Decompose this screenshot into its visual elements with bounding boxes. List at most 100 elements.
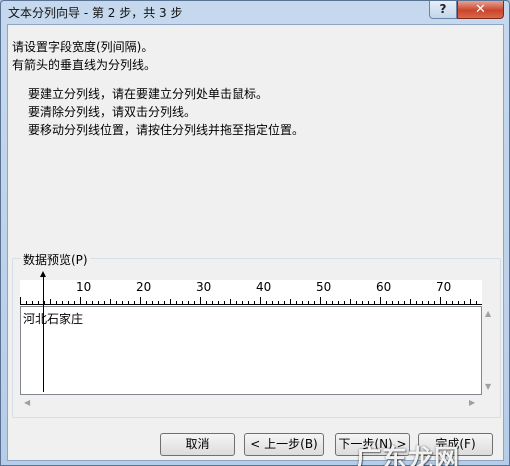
ruler-tick [296,301,297,304]
ruler-tick [200,297,201,304]
ruler-tick [458,301,459,304]
ruler-tick [74,301,75,304]
ruler-tick [146,301,147,304]
ruler-label: 40 [256,280,272,294]
ruler-tick [416,301,417,304]
ruler-tick [110,299,111,304]
ruler-tick [230,299,231,304]
ruler-tick [446,301,447,304]
ruler-tick [134,301,135,304]
ruler-tick [152,301,153,304]
ruler-tick [62,301,63,304]
ruler-tick [80,297,81,304]
ruler-tick [182,301,183,304]
ruler-tick [128,301,129,304]
ruler-tick [194,301,195,304]
ruler-tick [86,301,87,304]
ruler-tick [188,301,189,304]
watermark-logo: 广东龙网 [356,444,461,466]
scrollbar-corner [482,395,495,411]
ruler-tick [20,297,21,304]
ruler-tick [392,301,393,304]
ruler-tick [320,297,321,304]
ruler-tick [260,297,261,304]
title-bar[interactable]: 文本分列向导 - 第 2 步，共 3 步 ? ✕ [1,1,509,23]
ruler-tick [266,301,267,304]
wizard-window: 文本分列向导 - 第 2 步，共 3 步 ? ✕ 请设置字段宽度(列间隔)。 有… [0,0,510,466]
ruler-tick [38,301,39,304]
ruler-tick [434,301,435,304]
ruler-tick [140,297,141,304]
ruler-tick [374,301,375,304]
ruler-tick [368,301,369,304]
ruler-tick [326,301,327,304]
ruler-tick [470,299,471,304]
ruler-tick [224,301,225,304]
back-button[interactable]: < 上一步(B) [244,433,324,456]
column-break-line[interactable] [43,274,44,392]
scroll-right-icon[interactable]: ▶ [469,398,475,407]
scroll-up-icon[interactable]: ▲ [485,309,491,318]
ruler-tick [176,301,177,304]
preview-row: 河北石家庄 [23,312,84,326]
ruler-tick [254,301,255,304]
ruler-tick [104,301,105,304]
ruler-tick [422,301,423,304]
ruler-tick [236,301,237,304]
ruler-tick [404,301,405,304]
close-button[interactable]: ✕ [457,1,504,19]
ruler-tick [158,301,159,304]
ruler-tick [476,301,477,304]
ruler-tick [308,301,309,304]
ruler-tick [206,301,207,304]
ruler-tick [440,297,441,304]
ruler-tick [338,301,339,304]
ruler-tick [452,301,453,304]
ruler-tick [362,301,363,304]
ruler-tick [290,299,291,304]
scroll-left-icon[interactable]: ◀ [24,398,30,407]
dialog-body: 请设置字段宽度(列间隔)。 有箭头的垂直线为分列线。 要建立分列线，请在要建立分… [7,24,504,466]
ruler-tick [314,301,315,304]
preview-data-area[interactable]: 河北石家庄 [20,306,482,395]
ruler-tick [356,301,357,304]
ruler-label: 30 [196,280,212,294]
scroll-down-icon[interactable]: ▼ [485,382,491,391]
ruler-tick [44,301,45,304]
instruction-bullet-3: 要移动分列线位置，请按住分列线并拖至指定位置。 [28,123,305,137]
horizontal-scrollbar[interactable]: ◀ ▶ [20,395,482,411]
help-button[interactable]: ? [429,1,457,19]
ruler-tick [98,301,99,304]
ruler-label: 60 [376,280,392,294]
ruler-tick [272,301,273,304]
vertical-scrollbar[interactable]: ▲ ▼ [482,306,495,395]
ruler-tick [284,301,285,304]
ruler-tick [242,301,243,304]
ruler-tick [344,301,345,304]
cancel-button[interactable]: 取消 [160,433,235,456]
ruler-tick [350,299,351,304]
ruler-tick [68,301,69,304]
ruler-tick [386,301,387,304]
ruler-tick [50,299,51,304]
data-preview-pane[interactable]: 10 20 30 40 50 60 70 河北石家庄 ▲ ▼ ◀ ▶ [20,271,495,411]
ruler-tick [380,297,381,304]
ruler-tick [116,301,117,304]
instruction-line-2: 有箭头的垂直线为分列线。 [12,58,157,72]
ruler-baseline [20,304,482,305]
column-ruler[interactable]: 10 20 30 40 50 60 70 [20,280,482,306]
ruler-label: 20 [136,280,152,294]
ruler-tick [212,301,213,304]
ruler-tick [248,301,249,304]
ruler-label: 10 [76,280,92,294]
ruler-tick [278,301,279,304]
ruler-tick [122,301,123,304]
ruler-tick [302,301,303,304]
instruction-bullet-1: 要建立分列线，请在要建立分列处单击鼠标。 [28,87,269,101]
ruler-label: 70 [436,280,452,294]
ruler-tick [428,301,429,304]
ruler-tick [92,301,93,304]
instruction-line-1: 请设置字段宽度(列间隔)。 [12,40,154,54]
ruler-tick [164,301,165,304]
data-preview-label: 数据预览(P) [21,251,90,268]
